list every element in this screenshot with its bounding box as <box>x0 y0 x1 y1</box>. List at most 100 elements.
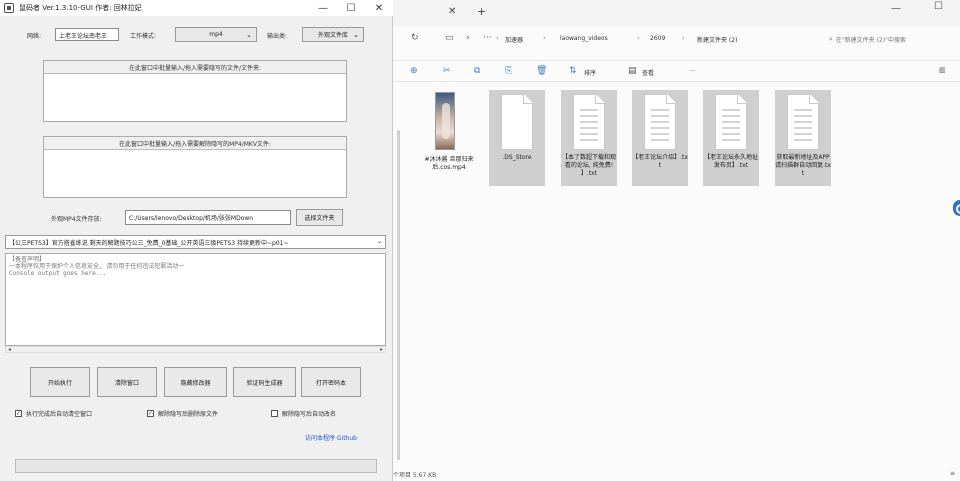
checkbox-delete-original[interactable]: ✓ 解除隐写后删除原文件 <box>147 409 218 418</box>
text-file-icon <box>644 94 676 150</box>
file-explorer-window: ✕ + — ☐ ↻ ▭ › ··· › 加速器 › laowang_videos… <box>393 0 960 481</box>
file-grid: .DS_Store 【本了数超下载和观看的论坛, 纯免费! 】.txt 【老王论… <box>393 88 960 198</box>
explorer-maximize-button[interactable]: ☐ <box>934 1 943 12</box>
checkbox-checked-icon: ✓ <box>15 410 22 417</box>
clear-window-button[interactable]: 清除窗口 <box>97 367 157 397</box>
console-line: 【备查声明】 <box>9 256 46 263</box>
search-icon: ⌕ <box>829 35 833 43</box>
floating-assistant-icon[interactable] <box>953 200 960 216</box>
breadcrumb-separator-icon: › <box>637 34 640 42</box>
checkbox-delete-original-label: 解除隐写后删除原文件 <box>158 411 219 418</box>
text-file-icon <box>715 94 747 150</box>
app-titlebar: 鼠码者 Ver.1.3.10-GUI 作者: 回林拉妃 — ☐ ✕ <box>0 0 393 16</box>
checkbox-auto-rename[interactable]: 解除隐写后自动改名 <box>271 409 336 418</box>
breadcrumb-separator-icon: › <box>543 34 546 42</box>
cover-file-value: 【公三PETS3】官方搭雀练说 剩天的解题技巧公三_免费_0基础_公开英语三级P… <box>9 240 289 247</box>
blank-file-icon <box>501 94 533 150</box>
file-item[interactable]: .DS_Store <box>489 90 545 186</box>
tab-close-icon[interactable]: ✕ <box>448 6 456 17</box>
file-name: 【老王论坛永久地址发布页】.txt <box>703 154 758 169</box>
checkbox-checked-icon: ✓ <box>147 410 154 417</box>
password-field[interactable]: 上老王论坛南老王 <box>55 28 119 41</box>
file-name: 获取最新地址及APP请扫描群自动回复.txt <box>775 154 831 177</box>
chevron-right-icon[interactable]: › <box>466 33 470 43</box>
mode-select[interactable]: mp4 ⌄ <box>175 27 257 42</box>
scroll-right-icon[interactable]: ▸ <box>380 346 383 353</box>
details-pane-icon[interactable]: ▥ <box>939 66 946 74</box>
breadcrumb-item[interactable]: 加速器 <box>505 35 523 44</box>
file-item[interactable]: 【老王论坛介绍】.txt <box>632 90 688 186</box>
explorer-minimize-button[interactable]: — <box>891 3 901 14</box>
cut-icon[interactable]: ✂ <box>443 66 451 76</box>
unhide-files-dropzone[interactable]: 在此窗口中批量输入/拖入需要解除隐写的MP4/MKV文件: <box>43 136 347 198</box>
window-controls: — ☐ ✕ <box>309 0 393 16</box>
breadcrumb-separator-icon: › <box>496 34 499 42</box>
new-item-icon[interactable]: ⊕ <box>410 66 418 76</box>
hide-files-dropzone[interactable]: 在此窗口中批量输入/拖入需要隐写的文件/文件夹: <box>43 60 347 122</box>
github-link[interactable]: 访问本程序 Github <box>305 433 357 442</box>
hide-files-title: 在此窗口中批量输入/拖入需要隐写的文件/文件夹: <box>44 61 346 74</box>
file-item[interactable]: 获取最新地址及APP请扫描群自动回复.txt <box>775 90 831 186</box>
status-bar-text: 个项目 5.67 KB <box>393 472 437 479</box>
hide-modifier-button[interactable]: 隐藏修改器 <box>164 367 227 397</box>
console-line: 一本程序仅用于保护个人信息安全, 请勿用于任何违法犯罪活动一 <box>9 263 185 270</box>
delete-icon[interactable]: 🗑 <box>536 66 547 76</box>
console-output[interactable]: 【备查声明】 一本程序仅用于保护个人信息安全, 请勿用于任何违法犯罪活动一 Co… <box>5 253 386 346</box>
unhide-files-title: 在此窗口中批量输入/拖入需要解除隐写的MP4/MKV文件: <box>44 137 346 150</box>
view-icon[interactable]: ▤ <box>628 66 637 76</box>
chevron-down-icon: ⌄ <box>353 30 359 39</box>
breadcrumb-item[interactable]: 新建文件夹 (2) <box>697 35 737 44</box>
output-select[interactable]: 外观文件库 ⌄ <box>302 27 364 42</box>
start-button[interactable]: 开始执行 <box>30 367 90 397</box>
checkbox-auto-clear[interactable]: ✓ 执行完成后自动清空窗口 <box>15 409 92 418</box>
copy-icon[interactable]: ⧉ <box>474 66 480 76</box>
more-path-icon[interactable]: ··· <box>483 33 492 43</box>
app-title: 鼠码者 Ver.1.3.10-GUI 作者: 回林拉妃 <box>19 4 142 12</box>
file-item[interactable]: 【老王论坛永久地址发布页】.txt <box>703 90 759 186</box>
stego-app-window: 鼠码者 Ver.1.3.10-GUI 作者: 回林拉妃 — ☐ ✕ 网络: 上老… <box>0 0 393 481</box>
video-thumbnail[interactable] <box>435 92 455 150</box>
checkbox-auto-rename-label: 解除隐写后自动改名 <box>282 411 337 418</box>
explorer-search-input[interactable]: ⌕ 在"新建文件夹 (2)"中搜索 <box>829 32 960 47</box>
paste-icon[interactable]: ⎘ <box>505 66 512 76</box>
video-file-name[interactable]: #沐沐酱 旦那归来后.cos.mp4 <box>423 156 475 172</box>
explorer-tabbar: ✕ + — ☐ <box>393 0 960 26</box>
maximize-button[interactable]: ☐ <box>337 0 365 16</box>
password-label: 网络: <box>27 33 42 40</box>
monitor-icon[interactable]: ▭ <box>445 33 454 43</box>
minimize-button[interactable]: — <box>309 0 337 16</box>
layout-toggle-icon[interactable]: ≡ <box>950 470 955 477</box>
search-placeholder: 在"新建文件夹 (2)"中搜索 <box>835 37 906 44</box>
progress-bar <box>15 459 377 473</box>
console-line: Console output goes here... <box>9 270 107 277</box>
app-logo-icon <box>4 3 14 13</box>
text-file-icon <box>573 94 605 150</box>
mp4-folder-path[interactable]: C:/Users/lenovo/Desktop/机场/张张MDown <box>125 210 291 225</box>
console-horizontal-scrollbar[interactable]: ◂ ▸ <box>5 346 386 353</box>
select-folder-button[interactable]: 选择文件夹 <box>296 209 343 226</box>
sort-button[interactable]: 排序 <box>584 68 596 77</box>
file-name: 【本了数超下载和观看的论坛, 纯免费! 】.txt <box>561 154 616 177</box>
text-file-icon <box>787 94 819 150</box>
file-item[interactable]: 【本了数超下载和观看的论坛, 纯免费! 】.txt <box>561 90 617 186</box>
close-button[interactable]: ✕ <box>365 0 393 16</box>
screen: 鼠码者 Ver.1.3.10-GUI 作者: 回林拉妃 — ☐ ✕ 网络: 上老… <box>0 0 960 481</box>
scroll-left-icon[interactable]: ◂ <box>8 346 11 353</box>
captcha-generator-button[interactable]: 验证码生成器 <box>233 367 296 397</box>
breadcrumb-item[interactable]: laowang_videos <box>560 35 608 42</box>
output-label: 输出类: <box>267 33 288 40</box>
explorer-command-bar: ⊕ ✂ ⧉ ⎘ 🗑 ⇅ 排序 ▤ 查看 ··· <box>393 60 960 82</box>
new-tab-icon[interactable]: + <box>477 5 486 18</box>
open-password-book-button[interactable]: 打开密码本 <box>301 367 361 397</box>
cover-file-select[interactable]: 【公三PETS3】官方搭雀练说 剩天的解题技巧公三_免费_0基础_公开英语三级P… <box>5 235 386 249</box>
app-vertical-scrollbar[interactable] <box>397 130 400 460</box>
output-select-value: 外观文件库 <box>317 32 348 39</box>
chevron-down-icon: ⌄ <box>246 30 252 39</box>
refresh-icon[interactable]: ↻ <box>411 33 419 43</box>
more-options-button[interactable]: ··· <box>690 68 696 75</box>
chevron-down-icon: ⌄ <box>376 238 382 245</box>
view-button[interactable]: 查看 <box>642 68 654 77</box>
breadcrumb-item[interactable]: 2609 <box>650 35 665 42</box>
sort-icon[interactable]: ⇅ <box>569 66 577 76</box>
file-name: 【老王论坛介绍】.txt <box>632 154 688 169</box>
